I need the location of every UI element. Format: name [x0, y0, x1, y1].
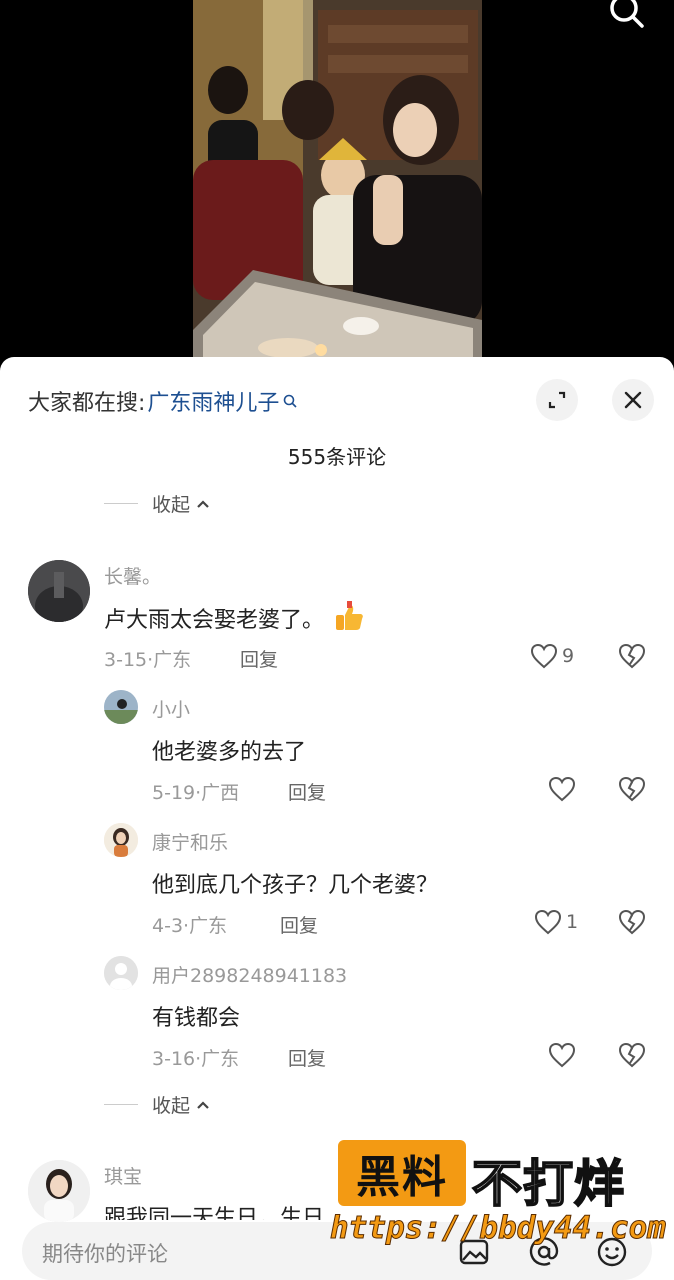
broken-heart-icon	[618, 1042, 646, 1068]
watermark: 黑料 不打烊 https://bbdy44.com	[330, 1140, 666, 1252]
like-button[interactable]: 9	[530, 643, 574, 669]
collapse-label: 收起	[152, 494, 191, 516]
heart-icon	[548, 1042, 576, 1068]
reply-username[interactable]: 小小	[152, 695, 190, 722]
default-avatar-icon[interactable]	[104, 956, 138, 990]
close-icon	[624, 391, 642, 409]
chevron-up-icon	[197, 499, 209, 508]
divider	[104, 503, 138, 504]
heart-icon	[534, 909, 562, 935]
divider	[104, 1104, 138, 1105]
avatar[interactable]	[104, 690, 138, 724]
collapse-replies-top[interactable]: 收起	[104, 490, 210, 517]
reply-text: 他到底几个孩子？几个老婆？	[152, 873, 439, 898]
comment-text: 跟我同一天生日，生日	[104, 1206, 325, 1220]
reply-username[interactable]: 康宁和乐	[152, 828, 228, 855]
reply-button[interactable]: 回复	[288, 1044, 326, 1071]
reply-meta: 4-3·广东	[152, 915, 228, 937]
search-icon[interactable]	[606, 0, 646, 30]
collapse-replies[interactable]: 收起	[104, 1091, 210, 1118]
reply-text: 有钱都会	[152, 1006, 241, 1031]
hot-search-bar[interactable]: 大家都在搜: 广东雨神儿子	[28, 385, 298, 417]
chevron-up-icon	[197, 1100, 209, 1109]
like-button[interactable]	[548, 776, 580, 802]
hot-search-prefix: 大家都在搜:	[28, 391, 146, 416]
dislike-button[interactable]	[618, 643, 646, 673]
reply-text: 他老婆多的去了	[152, 740, 307, 765]
video-thumbnail	[193, 0, 482, 370]
like-count: 1	[566, 911, 579, 933]
reply-button[interactable]: 回复	[280, 911, 318, 938]
like-button[interactable]: 1	[534, 909, 578, 935]
video-frame	[193, 0, 482, 370]
like-button[interactable]	[548, 1042, 580, 1068]
broken-heart-icon	[618, 643, 646, 669]
dislike-button[interactable]	[618, 909, 646, 939]
collapse-label: 收起	[152, 1095, 191, 1117]
comment-meta: 3-15·广东	[104, 649, 192, 671]
avatar[interactable]	[104, 823, 138, 857]
thumbs-up-emoji-icon	[336, 601, 363, 630]
mini-search-icon	[284, 394, 298, 408]
broken-heart-icon	[618, 776, 646, 802]
dislike-button[interactable]	[618, 1042, 646, 1072]
expand-icon	[548, 391, 566, 409]
reply-username[interactable]: 用户2898248941183	[152, 961, 347, 988]
reply-meta: 3-16·广东	[152, 1048, 240, 1070]
dislike-button[interactable]	[618, 776, 646, 806]
comments-count: 555条评论	[287, 445, 387, 469]
reply-button[interactable]: 回复	[240, 645, 278, 672]
avatar[interactable]	[28, 560, 90, 622]
close-button[interactable]	[612, 379, 654, 421]
broken-heart-icon	[618, 909, 646, 935]
watermark-badge: 黑料	[338, 1140, 466, 1206]
comment-text: 卢大雨太会娶老婆了。	[104, 601, 365, 634]
hot-search-term[interactable]: 广东雨神儿子	[147, 385, 279, 417]
avatar[interactable]	[28, 1160, 90, 1222]
heart-icon	[548, 776, 576, 802]
watermark-url: https://bbdy44.com	[330, 1210, 667, 1247]
like-count: 9	[562, 645, 575, 667]
watermark-text: 不打烊	[471, 1154, 625, 1214]
reply-button[interactable]: 回复	[288, 778, 326, 805]
reply-meta: 5-19·广西	[152, 782, 240, 804]
heart-icon	[530, 643, 558, 669]
comment-username[interactable]: 琪宝	[104, 1162, 142, 1189]
comment-input[interactable]: 期待你的评论	[42, 1238, 168, 1268]
video-player[interactable]	[0, 0, 674, 370]
comment-username[interactable]: 长馨。	[104, 562, 161, 589]
expand-button[interactable]	[536, 379, 578, 421]
